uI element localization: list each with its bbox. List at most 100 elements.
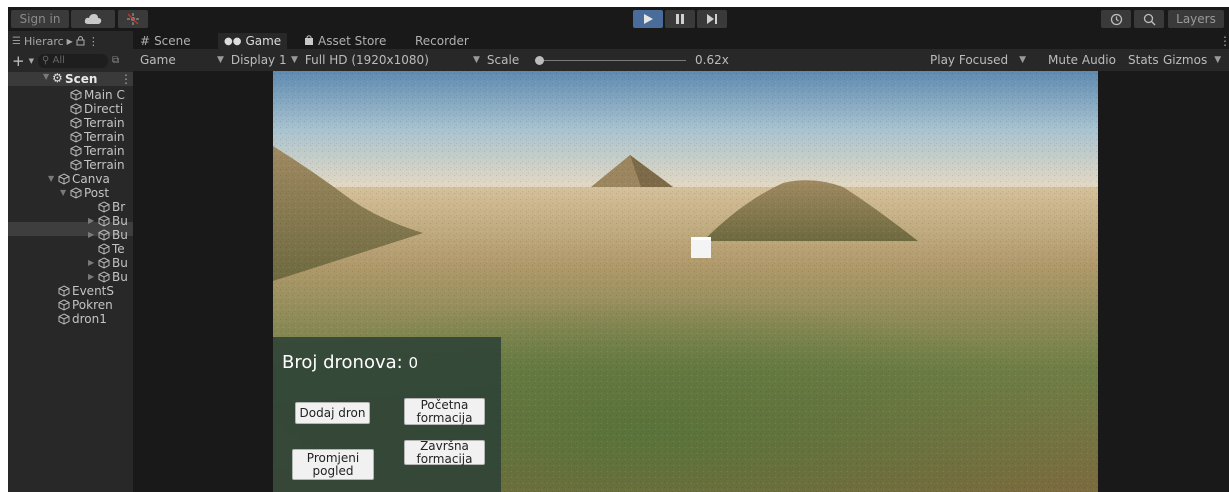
shopping-bag-icon xyxy=(304,34,314,48)
sign-in-button[interactable]: Sign in xyxy=(11,10,69,28)
hierarchy-item-label: Pokren xyxy=(72,298,113,312)
resolution-label: Full HD (1920x1080) xyxy=(304,53,429,67)
hierarchy-item[interactable]: ▼ Post xyxy=(60,186,109,200)
hierarchy-item[interactable]: EventS xyxy=(58,284,114,298)
gameobject-cube-icon xyxy=(98,215,110,227)
tab-asset-store[interactable]: Asset Store xyxy=(304,33,386,49)
game-ui-panel: Broj dronova: 0 Dodaj dron Početna forma… xyxy=(273,337,501,492)
hierarchy-item[interactable]: ▶ Bu xyxy=(88,228,128,242)
chevron-right-icon[interactable]: ▶ xyxy=(88,228,96,242)
list-icon: ☰ xyxy=(12,36,21,47)
hierarchy-item[interactable]: dron1 xyxy=(58,312,107,326)
dropdown-arrow-icon[interactable]: ▼ xyxy=(1214,55,1221,65)
mute-audio-toggle[interactable]: Mute Audio xyxy=(1048,53,1116,67)
hierarchy-item[interactable]: Main C xyxy=(70,88,125,102)
hierarchy-item-label: Bu xyxy=(112,228,128,242)
tab-recorder[interactable]: Recorder xyxy=(415,33,469,49)
main-toolbar: Sign in Layers xyxy=(8,7,1229,31)
step-button[interactable] xyxy=(697,10,727,28)
play-icon xyxy=(644,14,653,24)
filter-icon[interactable]: ⧉ xyxy=(112,55,119,66)
gameobject-cube-icon xyxy=(70,159,82,171)
hierarchy-item-label: Bu xyxy=(112,256,128,270)
gameobject-cube-icon xyxy=(70,145,82,157)
hierarchy-search-input[interactable]: ⚲ All xyxy=(37,53,108,68)
drone-count-label: Broj dronova: 0 xyxy=(282,352,418,373)
chevron-right-icon[interactable]: ▶ xyxy=(88,256,96,270)
scene-root-row[interactable]: ▼ ⚙ Scen ⋮ xyxy=(8,71,133,86)
stats-toggle[interactable]: Stats xyxy=(1128,53,1159,67)
kebab-menu-icon[interactable]: ⋮ xyxy=(88,35,99,48)
hierarchy-item-label: Main C xyxy=(84,88,125,102)
scale-value: 0.62x xyxy=(695,53,729,67)
hierarchy-tab[interactable]: ☰ Hierarc ▶ ⋮ xyxy=(8,34,133,49)
view-tab-bar: # Scene ●● Game Asset Store Recorder ⋮ xyxy=(133,31,1229,49)
display-dropdown[interactable]: ▼ Display 1 xyxy=(217,53,287,67)
start-formation-button[interactable]: Početna formacija xyxy=(404,398,485,425)
gameobject-cube-icon xyxy=(98,229,110,241)
add-icon[interactable]: + xyxy=(12,52,25,70)
chevron-right-icon[interactable]: ▶ xyxy=(88,270,96,284)
hierarchy-item[interactable]: Pokren xyxy=(58,298,113,312)
play-focused-dropdown[interactable]: Play Focused ▼ xyxy=(930,53,1026,67)
grid-icon: # xyxy=(140,34,151,48)
game-mode-dropdown[interactable]: Game xyxy=(140,53,176,67)
search-button[interactable] xyxy=(1134,10,1164,28)
change-view-button[interactable]: Promjeni pogled xyxy=(292,449,374,480)
cloud-button[interactable] xyxy=(71,10,115,28)
lock-icon[interactable] xyxy=(76,35,85,49)
chevron-down-icon[interactable]: ▼ xyxy=(48,172,56,186)
hierarchy-item[interactable]: Br xyxy=(98,200,125,214)
hierarchy-item-label: Canva xyxy=(72,172,110,186)
collab-icon xyxy=(127,13,139,25)
change-view-line2: pogled xyxy=(312,463,354,478)
collab-button[interactable] xyxy=(118,10,148,28)
chevron-down-icon[interactable]: ▼ xyxy=(43,72,51,81)
hierarchy-search-row: + ▼ ⚲ All ⧉ xyxy=(8,52,133,70)
gameobject-cube-icon xyxy=(58,285,70,297)
kebab-menu-icon[interactable]: ⋮ xyxy=(120,72,132,86)
chevron-down-icon[interactable]: ▼ xyxy=(60,186,68,200)
resolution-dropdown[interactable]: ▼ Full HD (1920x1080) xyxy=(291,53,429,67)
hierarchy-tab-label: Hierarc xyxy=(23,35,64,48)
end-formation-button[interactable]: Završna formacija xyxy=(404,439,485,465)
gizmos-toggle[interactable]: Gizmos ▼ xyxy=(1163,53,1221,67)
add-drone-label: Dodaj dron xyxy=(299,405,366,420)
hierarchy-item[interactable]: Terrain xyxy=(70,116,125,130)
hierarchy-item-label: Terrain xyxy=(84,116,125,130)
tab-asset-store-label: Asset Store xyxy=(318,34,387,48)
display-label: Display 1 xyxy=(230,53,287,67)
dropdown-arrow-icon: ▼ xyxy=(1019,55,1027,65)
hierarchy-item[interactable]: ▶ Bu xyxy=(88,270,128,284)
history-button[interactable] xyxy=(1101,10,1131,28)
chevron-right-icon[interactable]: ▶ xyxy=(88,214,96,228)
layers-dropdown[interactable]: Layers xyxy=(1168,10,1224,28)
gameobject-cube-icon xyxy=(98,201,110,213)
hierarchy-item[interactable]: Terrain xyxy=(70,158,125,172)
hierarchy-item-label: dron1 xyxy=(72,312,107,326)
add-drone-button[interactable]: Dodaj dron xyxy=(295,402,370,424)
hierarchy-item-label: Terrain xyxy=(84,158,125,172)
tab-scene[interactable]: # Scene xyxy=(140,33,191,49)
scale-slider-thumb[interactable] xyxy=(535,56,544,65)
gameobject-cube-icon xyxy=(70,89,82,101)
hierarchy-item[interactable]: Terrain xyxy=(70,144,125,158)
scene-name: Scen xyxy=(65,72,98,86)
pause-button[interactable] xyxy=(665,10,695,28)
hierarchy-item[interactable]: Te xyxy=(98,242,125,256)
scale-slider-track[interactable] xyxy=(536,60,686,61)
play-button[interactable] xyxy=(633,10,663,28)
hierarchy-item[interactable]: ▶ Bu xyxy=(88,256,128,270)
game-view-toolbar: Game ▼ Display 1 ▼ Full HD (1920x1080) ▼… xyxy=(133,49,1229,71)
tab-game[interactable]: ●● Game xyxy=(218,33,288,49)
hierarchy-item[interactable]: ▶ Bu xyxy=(88,214,128,228)
unity-scene-icon: ⚙ xyxy=(52,71,63,85)
kebab-menu-icon[interactable]: ⋮ xyxy=(1219,33,1229,49)
game-mode-label: Game xyxy=(140,53,176,67)
hierarchy-item[interactable]: Terrain xyxy=(70,130,125,144)
hierarchy-item[interactable]: ▼ Canva xyxy=(48,172,110,186)
gameobject-cube-icon xyxy=(58,173,70,185)
chevron-down-icon[interactable]: ▼ xyxy=(29,57,34,65)
hierarchy-item[interactable]: Directi xyxy=(70,102,123,116)
scale-control: ▼ Scale xyxy=(473,53,519,67)
